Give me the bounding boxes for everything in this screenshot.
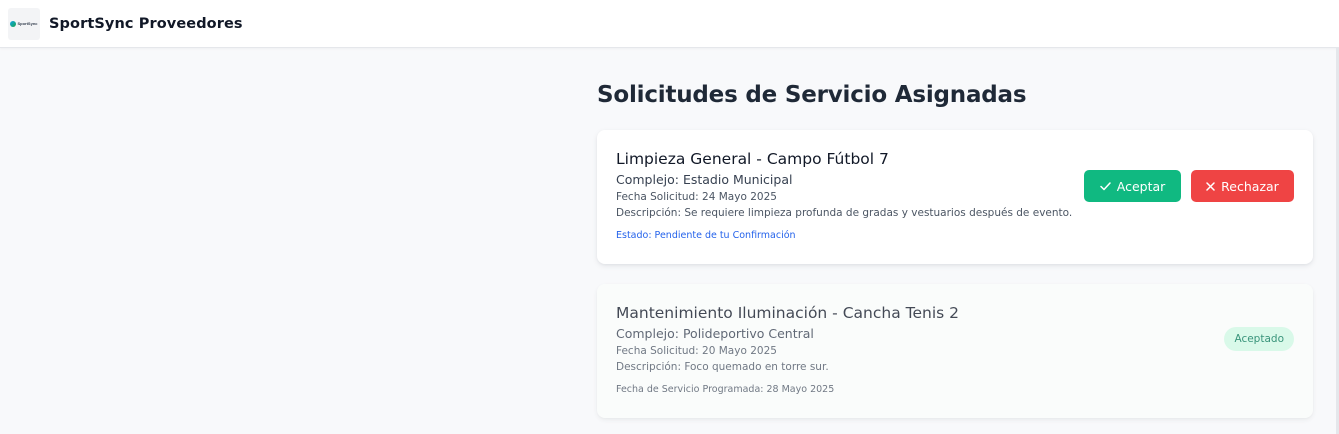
- logo-mark-icon: [10, 20, 17, 27]
- request-title: Mantenimiento Iluminación - Cancha Tenis…: [616, 304, 959, 322]
- status-badge: Aceptado: [1224, 327, 1294, 351]
- app-logo[interactable]: SportSync: [8, 7, 40, 40]
- main-content: Solicitudes de Servicio Asignadas Limpie…: [597, 48, 1313, 418]
- request-title: Limpieza General - Campo Fútbol 7: [616, 150, 889, 168]
- reject-label: Rechazar: [1221, 178, 1279, 194]
- page-title: Solicitudes de Servicio Asignadas: [597, 82, 1027, 108]
- reject-button[interactable]: Rechazar: [1191, 170, 1294, 202]
- request-card-pending: Limpieza General - Campo Fútbol 7 Comple…: [597, 130, 1313, 264]
- app-header: SportSync SportSync Proveedores: [0, 0, 1339, 48]
- request-actions: Aceptar Rechazar: [1084, 170, 1294, 202]
- request-scheduled-date: Fecha de Servicio Programada: 28 Mayo 20…: [616, 384, 835, 395]
- close-icon: [1206, 181, 1215, 191]
- request-date: Fecha Solicitud: 20 Mayo 2025: [616, 345, 777, 357]
- accept-label: Aceptar: [1116, 178, 1166, 194]
- request-description: Descripción: Se requiere limpieza profun…: [616, 207, 1073, 219]
- accept-button[interactable]: Aceptar: [1084, 170, 1181, 202]
- check-icon: [1099, 181, 1111, 190]
- app-title: SportSync Proveedores: [49, 15, 243, 32]
- logo-text: SportSync: [17, 21, 38, 26]
- request-complex: Complejo: Polideportivo Central: [616, 326, 814, 341]
- request-description: Descripción: Foco quemado en torre sur.: [616, 361, 829, 373]
- request-card-accepted: Mantenimiento Iluminación - Cancha Tenis…: [597, 284, 1313, 418]
- request-status: Estado: Pendiente de tu Confirmación: [616, 230, 796, 241]
